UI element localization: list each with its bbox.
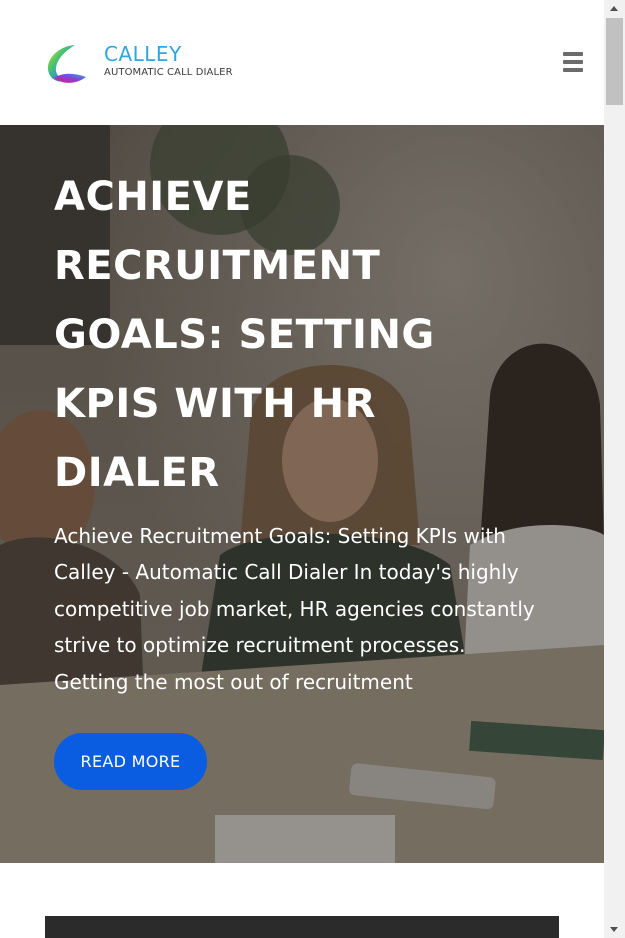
hero-title: ACHIEVE RECRUITMENT GOALS: SETTING KPIS WIT…	[54, 163, 554, 508]
hero-excerpt-line: strive to optimize recruitment processes…	[54, 633, 466, 658]
hero-title-line: KPIS WITH HR	[54, 381, 376, 427]
vertical-scrollbar[interactable]	[604, 0, 625, 938]
hero-title-line: RECRUITMENT	[54, 243, 381, 289]
hero-excerpt-line: Achieve Recruitment Goals: Setting KPIs …	[54, 524, 506, 548]
hamburger-menu-icon-bar	[563, 60, 583, 64]
hero-excerpt-line: Getting the most out of recruitment	[54, 669, 413, 694]
site-header: CALLEY AUTOMATIC CALL DIALER	[0, 0, 604, 125]
hero-excerpt-line: competitive job market, HR agencies cons…	[54, 596, 535, 621]
hero-title-line: GOALS: SETTING	[54, 312, 435, 358]
hero-title-line: ACHIEVE	[54, 174, 252, 220]
hamburger-menu-button[interactable]	[563, 52, 584, 74]
hero-excerpt-line: Calley - Automatic Call Dialer In today'…	[54, 560, 519, 585]
hero-title-line: DIALER	[54, 450, 220, 496]
hamburger-menu-icon-bar	[563, 68, 583, 72]
calley-logo-link[interactable]: CALLEY AUTOMATIC CALL DIALER	[45, 40, 235, 86]
scroll-up-arrow-icon[interactable]	[604, 0, 625, 17]
brand-name: CALLEY	[104, 42, 182, 66]
next-post-image[interactable]	[45, 916, 559, 938]
brand-tagline: AUTOMATIC CALL DIALER	[104, 67, 233, 78]
calley-logo-icon	[47, 45, 86, 83]
scrollbar-thumb[interactable]	[606, 18, 623, 105]
scroll-down-arrow-icon[interactable]	[604, 921, 625, 938]
hero-excerpt: Achieve Recruitment Goals: Setting KPIs …	[54, 518, 559, 700]
read-more-button[interactable]: READ MORE	[54, 733, 207, 790]
page: CALLEY AUTOMATIC CALL DIALER ACHIEVE REC…	[0, 0, 604, 938]
hamburger-menu-icon	[563, 52, 583, 56]
hero-banner: ACHIEVE RECRUITMENT GOALS: SETTING KPIS WIT…	[0, 125, 604, 863]
